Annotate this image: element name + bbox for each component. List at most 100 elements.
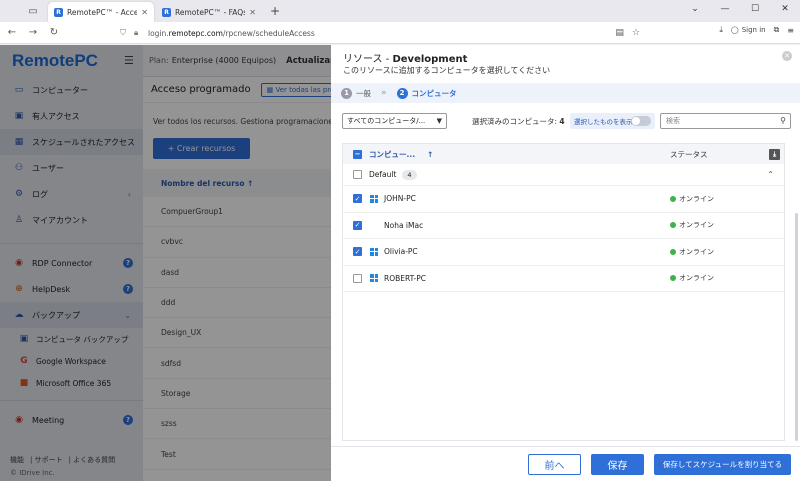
modal-subtitle: このリソースに追加するコンピュータを選択してください: [343, 66, 551, 75]
new-tab-icon[interactable]: +: [270, 4, 280, 18]
show-selected-label: 選択したものを表示: [574, 118, 633, 126]
lock-icon: 🔒︎: [134, 28, 139, 37]
computer-filter-dropdown[interactable]: すべてのコンピュータ/... ▼: [342, 113, 447, 129]
reader-icon[interactable]: ▤: [615, 28, 624, 38]
menu-icon[interactable]: ≡: [787, 26, 794, 35]
row-checkbox[interactable]: ✓: [353, 194, 362, 204]
column-computer[interactable]: コンピュー...: [369, 149, 415, 160]
group-count-badge: 4: [402, 169, 417, 180]
browser-navbar: ← → ↻ ⛉ 🔒︎ login. remotepc.com/rpcnew/sch…: [0, 22, 800, 44]
modal-backdrop[interactable]: [0, 45, 331, 481]
row-checkbox[interactable]: ✓: [353, 247, 362, 257]
close-tab-icon[interactable]: ✕: [249, 8, 256, 17]
list-item[interactable]: ✓ Noha iMac オンライン: [343, 213, 784, 239]
search-input[interactable]: 検索 ⚲: [660, 113, 791, 129]
reload-icon[interactable]: ↻: [45, 27, 63, 38]
list-item[interactable]: ✓ JOHN-PC オンライン: [343, 186, 784, 213]
browser-tab-1[interactable]: R RemotePC™ - Acceso programado ✕: [48, 2, 154, 22]
online-dot-icon: [670, 275, 676, 282]
previous-button[interactable]: 前へ: [528, 454, 581, 475]
modal-title: リソース - Development: [343, 50, 467, 65]
list-header: − コンピュー... ↑ ステータス ⤓: [343, 144, 784, 164]
scrollbar[interactable]: [795, 213, 798, 441]
filter-bar: すべてのコンピュータ/... ▼ 選択済みのコンピュータ: 4 選択したものを表…: [342, 113, 791, 131]
step-indicator: 1 一般 » 2 コンピュータ: [331, 83, 800, 103]
account-icon: ◯: [730, 26, 739, 34]
url-bar[interactable]: ⛉ 🔒︎ login. remotepc.com/rpcnew/scheduleA…: [120, 25, 640, 41]
caret-down-icon: ▼: [436, 117, 442, 125]
double-chevron-icon: »: [381, 88, 387, 98]
close-window-icon[interactable]: ✕: [770, 0, 800, 18]
computer-list: − コンピュー... ↑ ステータス ⤓ Default 4 ⌃ ✓ JOHN-…: [342, 143, 785, 441]
close-tab-icon[interactable]: ✕: [141, 8, 148, 17]
selected-label: 選択済みのコンピュータ:: [472, 117, 558, 126]
url-prefix: login.: [148, 28, 169, 38]
step-computers[interactable]: 2 コンピュータ: [396, 87, 457, 99]
resource-modal: リソース - Development このリソースに追加するコンピュータを選択し…: [331, 45, 800, 481]
list-item[interactable]: ✓ Olivia-PC オンライン: [343, 239, 784, 266]
sign-in-button[interactable]: ◯ Sign in: [731, 26, 766, 34]
step-label: 一般: [356, 88, 371, 98]
step-general[interactable]: 1 一般: [341, 87, 371, 99]
windows-icon: [369, 247, 379, 256]
selected-count-value: 4: [559, 117, 565, 126]
online-dot-icon: [670, 195, 676, 202]
status: オンライン: [670, 194, 714, 204]
status: オンライン: [670, 247, 714, 257]
group-checkbox[interactable]: [353, 170, 362, 179]
status-text: オンライン: [679, 247, 714, 256]
extensions-icon[interactable]: ⧉: [774, 25, 780, 35]
computer-name: ROBERT-PC: [384, 273, 427, 283]
tab-overview-icon[interactable]: ▭: [24, 2, 42, 20]
group-row[interactable]: Default 4 ⌃: [343, 164, 784, 186]
sort-up-icon[interactable]: ↑: [427, 150, 433, 159]
online-dot-icon: [670, 248, 676, 255]
step-number: 1: [341, 87, 352, 99]
download-icon[interactable]: ⤓: [719, 25, 723, 35]
download-icon[interactable]: ⤓: [769, 148, 780, 160]
computer-name: Olivia-PC: [384, 247, 418, 257]
group-name: Default: [369, 170, 397, 179]
forward-icon[interactable]: →: [24, 27, 42, 38]
toggle-switch[interactable]: [631, 116, 651, 126]
url-domain: remotepc.com: [168, 28, 223, 38]
bookmark-star-icon[interactable]: ☆: [632, 28, 640, 38]
modal-footer: 前へ 保存 保存してスケジュールを割り当てる: [331, 446, 800, 481]
status: オンライン: [670, 273, 714, 283]
remotepc-favicon: R: [54, 7, 63, 17]
column-status: ステータス: [670, 149, 708, 159]
status-text: オンライン: [679, 221, 714, 230]
search-icon[interactable]: ⚲: [780, 116, 786, 125]
back-icon[interactable]: ←: [3, 27, 21, 38]
window-controls: ⌄ — ☐ ✕: [680, 0, 800, 18]
show-selected-toggle[interactable]: 選択したものを表示: [570, 113, 655, 129]
save-button[interactable]: 保存: [591, 454, 644, 475]
list-item[interactable]: ROBERT-PC オンライン: [343, 266, 784, 292]
browser-tab-2[interactable]: R RemotePC™ - FAQs on Remote Ac ✕: [156, 2, 262, 22]
maximize-icon[interactable]: ☐: [740, 0, 770, 18]
tab-list-icon[interactable]: ⌄: [680, 0, 710, 18]
row-checkbox[interactable]: [353, 273, 362, 283]
url-path: /rpcnew/scheduleAccess: [222, 28, 315, 38]
sign-in-label: Sign in: [741, 26, 766, 34]
windows-icon: [369, 274, 379, 283]
modal-title-name: Development: [392, 54, 468, 65]
save-and-schedule-button[interactable]: 保存してスケジュールを割り当てる: [654, 454, 791, 475]
shield-icon: ⛉: [120, 28, 126, 37]
select-all-checkbox[interactable]: −: [353, 149, 362, 159]
step-label: コンピュータ: [411, 88, 457, 98]
status-text: オンライン: [679, 194, 714, 203]
dropdown-value: すべてのコンピュータ/...: [347, 117, 426, 125]
tab-title: RemotePC™ - FAQs on Remote Ac: [175, 7, 246, 17]
modal-title-prefix: リソース -: [343, 54, 393, 65]
minimize-icon[interactable]: —: [710, 0, 740, 18]
status: オンライン: [670, 220, 714, 230]
chevron-up-icon[interactable]: ⌃: [767, 170, 774, 179]
search-placeholder: 検索: [666, 117, 680, 125]
computer-name: JOHN-PC: [384, 194, 416, 204]
close-icon[interactable]: ✕: [782, 51, 792, 61]
row-checkbox[interactable]: ✓: [353, 220, 362, 230]
selected-count: 選択済みのコンピュータ: 4: [472, 116, 565, 127]
status-text: オンライン: [679, 274, 714, 283]
step-number: 2: [396, 87, 408, 99]
